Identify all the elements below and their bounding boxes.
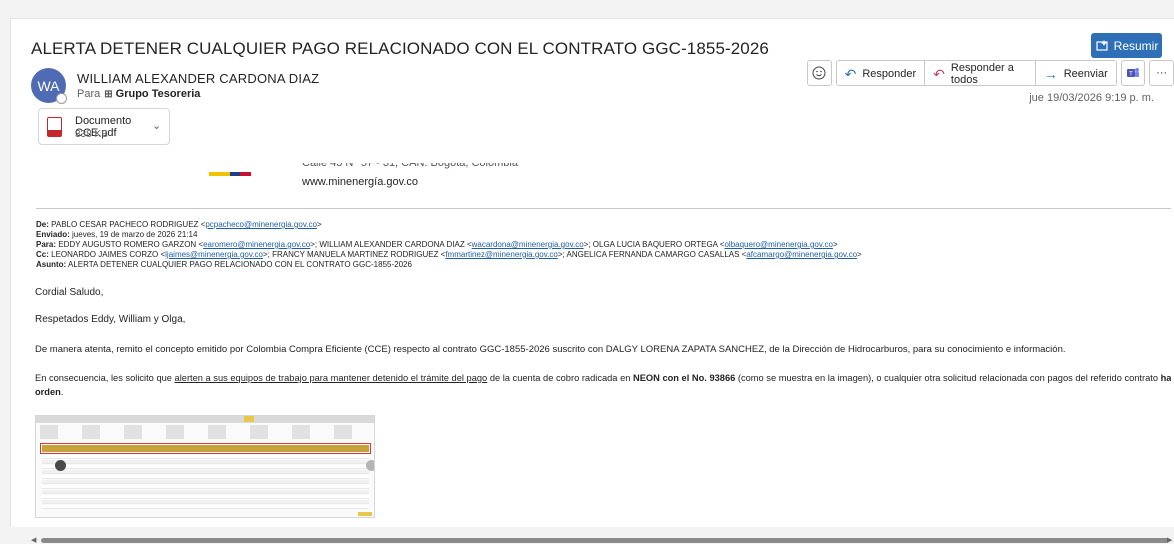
more-icon: ··· [1156,67,1168,79]
body-paragraph-2-end: orden. [35,387,64,397]
carousel-next-icon [366,460,374,471]
reply-all-label: Responder a todos [950,62,1014,86]
table-header-row [42,445,369,452]
email-link[interactable]: afcamargo@minenergia.gov.co [746,250,857,259]
reply-button[interactable]: ↶ Responder [836,61,926,85]
smiley-icon [812,66,826,80]
teams-button[interactable]: T [1120,60,1146,86]
to-label: Para [77,88,101,100]
forward-sent: Enviado: jueves, 19 de marzo de 2026 21:… [36,230,198,239]
recipients-line: Para ⊞ Grupo Tesoreria [77,88,200,100]
attachment-size: 338 KB [75,129,108,140]
greeting: Cordial Saludo, [35,287,104,298]
carousel-prev-icon [55,460,66,471]
email-link[interactable]: fmmartinez@minenergia.gov.co [445,250,557,259]
copilot-summary-icon [1096,39,1108,51]
email-link[interactable]: ljaimes@minenergia.gov.co [165,250,263,259]
horizontal-scroll-thumb[interactable] [41,538,1169,543]
horizontal-scrollbar[interactable]: ◀ ▶ [31,536,1173,544]
signature-website: www.minenergía.gov.co [302,176,418,188]
more-actions-button[interactable]: ··· [1149,60,1174,86]
message-date: jue 19/03/2026 9:19 p. m. [1029,92,1154,104]
recipient-group-label: Grupo Tesoreria [115,88,201,100]
reaction-button[interactable] [807,60,832,86]
recipient-group[interactable]: ⊞ Grupo Tesoreria [104,88,200,100]
forward-cc: Cc: LEONARDO JAIMES CORZO <ljaimes@minen… [36,250,862,259]
reading-pane: ALERTA DETENER CUALQUIER PAGO RELACIONAD… [0,0,1174,544]
message-subject: ALERTA DETENER CUALQUIER PAGO RELACIONAD… [31,39,769,58]
message-actions-toolbar: ↶ Responder ↶ Responder a todos → Reenvi… [807,60,1174,86]
signature-address: Calle 43 N° 57 - 31, CAN. Bogotá, Colomb… [302,157,518,169]
message-card: ALERTA DETENER CUALQUIER PAGO RELACIONAD… [10,18,1174,544]
forward-subject: Asunto: ALERTA DETENER CUALQUIER PAGO RE… [36,260,412,269]
embedded-screenshot-image[interactable] [35,415,375,518]
forward-button[interactable]: → Reenviar [1035,61,1116,85]
chevron-down-icon[interactable]: ⌄ [152,119,161,132]
email-link[interactable]: earomero@minenergia.gov.co [203,240,310,249]
email-link[interactable]: pcpacheco@minenergia.gov.co [205,220,317,229]
attachment-card[interactable]: Documento CCE.pdf 338 KB ⌄ [38,108,170,145]
svg-text:T: T [1129,72,1133,78]
reply-label: Responder [862,68,917,80]
forward-divider [36,208,1171,209]
sender-name[interactable]: WILLIAM ALEXANDER CARDONA DIAZ [77,71,319,86]
email-link[interactable]: olbaquero@minenergia.gov.co [724,240,832,249]
forward-icon: → [1043,66,1058,82]
salutation: Respetados Eddy, William y Olga, [35,314,186,325]
presence-status-icon [56,93,67,104]
reply-all-button[interactable]: ↶ Responder a todos [925,61,1036,86]
reply-icon: ↶ [844,65,857,82]
email-link[interactable]: wacardona@minenergia.gov.co [472,240,584,249]
pdf-file-icon [47,117,62,137]
reply-all-icon: ↶ [933,65,945,82]
summarize-button[interactable]: Resumir [1091,33,1162,58]
forward-to: Para: EDDY AUGUSTO ROMERO GARZON <earome… [36,240,838,249]
forward-from: De: PABLO CESAR PACHECO RODRIGUEZ <pcpac… [36,220,322,229]
scroll-left-icon[interactable]: ◀ [31,536,36,544]
summarize-label: Resumir [1113,38,1159,53]
message-body: Calle 43 N° 57 - 31, CAN. Bogotá, Colomb… [21,147,1171,527]
reply-button-group: ↶ Responder ↶ Responder a todos → Reenvi… [835,60,1117,86]
colombia-flag-stripe [209,163,251,176]
teams-icon: T [1127,68,1140,78]
expand-group-icon[interactable]: ⊞ [104,89,112,100]
body-paragraph-1: De manera atenta, remito el concepto emi… [35,344,1066,355]
scroll-right-icon[interactable]: ▶ [1167,536,1172,544]
body-paragraph-2: En consecuencia, les solicito que alerte… [35,373,1171,383]
forward-label: Reenviar [1063,68,1108,80]
